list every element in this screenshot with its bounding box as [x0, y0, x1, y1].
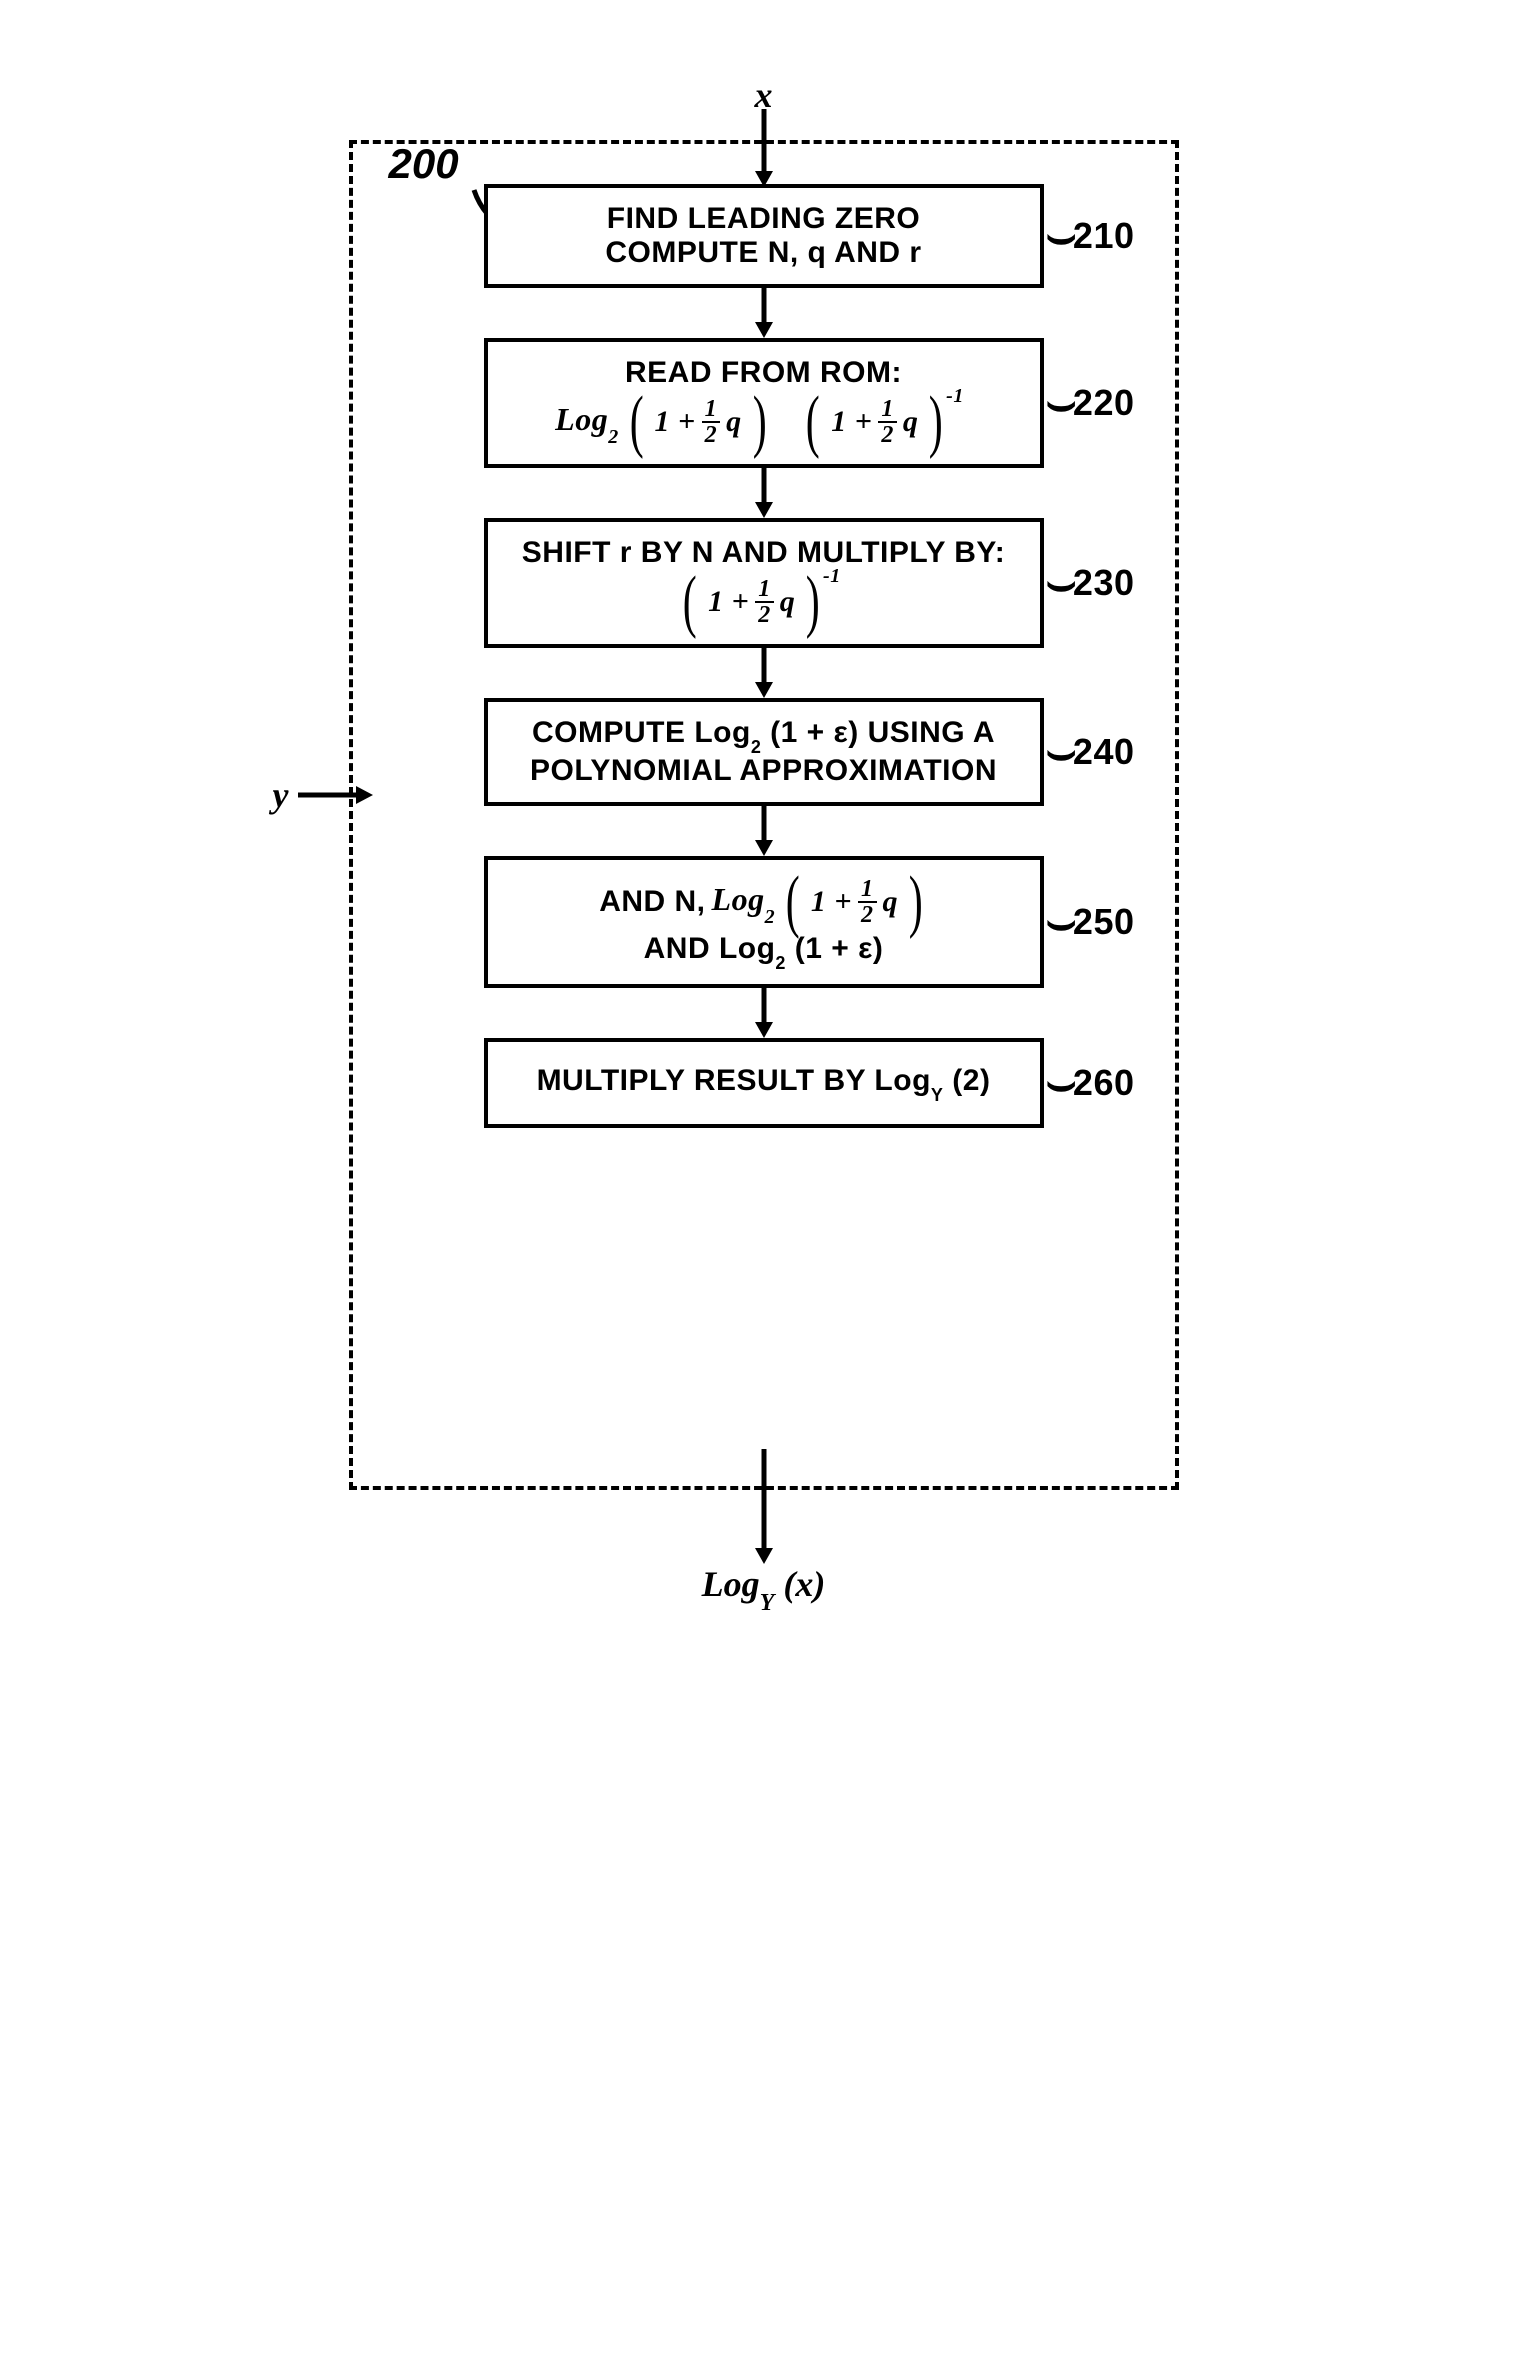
output-arg: (x): [783, 1564, 825, 1604]
b250-l2-suffix: (1 + ε): [786, 932, 883, 965]
b260-text: MULTIPLY RESULT BY Log: [537, 1064, 931, 1097]
var-q: q: [726, 405, 742, 439]
connector-5: [484, 988, 1044, 1038]
block-250-line1: AND N, Log2 ( 1 + 12 q ): [498, 874, 1030, 930]
connector-1: [484, 288, 1044, 338]
sub2: 2: [608, 426, 619, 448]
block-250-line2: AND Log2 (1 + ε): [498, 932, 1030, 970]
exp-neg1: -1: [823, 565, 841, 588]
arrow-output-bottom-icon: [749, 1449, 779, 1564]
block-220-formula: Log2 ( 1 + 12 q ) ( 1 + 12 q )-1: [498, 394, 1030, 450]
block-230-formula: ( 1 + 12 q )-1: [498, 574, 1030, 630]
b250-prefix: AND N,: [599, 885, 705, 919]
frac-den: 2: [878, 423, 897, 447]
block-210: FIND LEADING ZERO COMPUTE N, q AND r ⌣ 2…: [484, 184, 1044, 288]
ref-240: 240: [1073, 731, 1135, 773]
var-q: q: [903, 405, 919, 439]
diagram-canvas: 200 x y FIND LEADING ZERO COMPUTE N, q A…: [269, 140, 1269, 1490]
subY: Y: [931, 1085, 944, 1105]
flow-stack: FIND LEADING ZERO COMPUTE N, q AND r ⌣ 2…: [484, 184, 1044, 1128]
block-210-line1: FIND LEADING ZERO: [607, 202, 921, 235]
block-250: AND N, Log2 ( 1 + 12 q ) AND Log2 (1 + ε…: [484, 856, 1044, 988]
b240-line2: POLYNOMIAL APPROXIMATION: [530, 754, 997, 787]
sub2: 2: [751, 737, 762, 757]
output-label: LogY (x): [702, 1563, 826, 1611]
frac-den: 2: [858, 903, 877, 927]
log-text: Log: [555, 401, 608, 437]
block-210-line2: COMPUTE N, q AND r: [605, 236, 921, 269]
connector-2: [484, 468, 1044, 518]
ref-220: 220: [1073, 382, 1135, 424]
input-y-label: y: [273, 774, 289, 816]
var-q: q: [780, 585, 796, 619]
output-sub: Y: [760, 1590, 775, 1616]
b260-suffix: (2): [943, 1064, 990, 1097]
b240-prefix: COMPUTE Log: [532, 716, 751, 749]
connector-3: [484, 648, 1044, 698]
sub2: 2: [765, 906, 776, 928]
ref-210: 210: [1073, 215, 1135, 257]
frac-num: 1: [858, 877, 877, 903]
connector-4: [484, 806, 1044, 856]
exp-neg1: -1: [946, 385, 964, 408]
arrow-input-top-icon: [749, 109, 779, 189]
ref-250: 250: [1073, 901, 1135, 943]
arrow-input-side-icon: [298, 780, 373, 810]
block-230-title: SHIFT r BY N AND MULTIPLY BY:: [498, 536, 1030, 570]
block-220: READ FROM ROM: Log2 ( 1 + 12 q ) ( 1 + 1…: [484, 338, 1044, 468]
block-260: MULTIPLY RESULT BY LogY (2) ⌣ 260: [484, 1038, 1044, 1128]
block-230: SHIFT r BY N AND MULTIPLY BY: ( 1 + 12 q…: [484, 518, 1044, 648]
arrow-down-icon: [749, 806, 779, 856]
b240-mid: (1 + ε) USING A: [761, 716, 995, 749]
output-log: Log: [702, 1564, 760, 1604]
block-240: COMPUTE Log2 (1 + ε) USING A POLYNOMIAL …: [484, 698, 1044, 806]
frac-den: 2: [755, 603, 774, 627]
input-y-container: y: [273, 774, 374, 816]
frac-num: 1: [702, 397, 721, 423]
var-q: q: [883, 885, 899, 919]
arrow-down-icon: [749, 648, 779, 698]
arrow-down-icon: [749, 468, 779, 518]
sub2: 2: [775, 953, 786, 973]
arrow-down-icon: [749, 288, 779, 338]
frac-num: 1: [755, 577, 774, 603]
log-text: Log: [712, 881, 765, 917]
process-container: x y FIND LEADING ZERO COMPUTE N, q AND r…: [349, 140, 1179, 1490]
frac-den: 2: [702, 423, 721, 447]
ref-260: 260: [1073, 1062, 1135, 1104]
arrow-down-icon: [749, 988, 779, 1038]
frac-num: 1: [878, 397, 897, 423]
b250-l2-prefix: AND Log: [644, 932, 776, 965]
ref-230: 230: [1073, 562, 1135, 604]
